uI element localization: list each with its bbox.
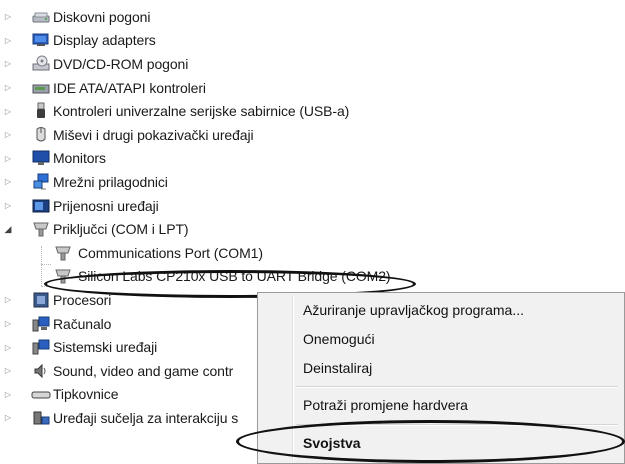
expand-arrow-icon[interactable]: ▷ xyxy=(3,83,13,93)
context-menu: Ažuriranje upravljačkog programa... Onem… xyxy=(257,292,625,464)
tree-connector-line xyxy=(41,264,51,265)
dvd-drive-icon xyxy=(31,55,51,73)
expand-arrow-icon[interactable]: ▷ xyxy=(3,295,13,305)
tree-item-silicon-labs-bridge[interactable]: Silicon Labs CP210x USB to UART Bridge (… xyxy=(0,265,625,289)
expand-arrow-icon[interactable]: ▷ xyxy=(3,59,13,69)
tree-item-label: Silicon Labs CP210x USB to UART Bridge (… xyxy=(78,268,391,285)
tree-item-label: Prijenosni uređaji xyxy=(53,197,159,214)
computer-icon xyxy=(31,315,51,333)
portable-device-icon xyxy=(31,197,51,215)
tree-item-label: Miševi i drugi pokazivački uređaji xyxy=(53,126,254,143)
tree-item-monitors[interactable]: ▷ Monitors xyxy=(0,147,625,171)
expand-arrow-icon[interactable]: ▷ xyxy=(3,366,13,376)
menu-separator xyxy=(296,386,618,388)
tree-item-label: Display adapters xyxy=(53,32,156,49)
collapse-arrow-icon[interactable]: ◢ xyxy=(3,224,13,234)
display-adapter-icon xyxy=(31,31,51,49)
menu-item-update-driver[interactable]: Ažuriranje upravljačkog programa... xyxy=(303,302,524,318)
tree-item-portable-devices[interactable]: ▷ Prijenosni uređaji xyxy=(0,194,625,218)
tree-item-mice[interactable]: ▷ Miševi i drugi pokazivački uređaji xyxy=(0,123,625,147)
tree-item-network-adapters[interactable]: ▷ Mrežni prilagodnici xyxy=(0,170,625,194)
tree-item-label: Sistemski uređaji xyxy=(53,339,158,356)
tree-item-label: Priključci (COM i LPT) xyxy=(53,221,189,238)
tree-item-label: Diskovni pogoni xyxy=(53,8,151,25)
keyboard-icon xyxy=(31,385,51,403)
menu-item-disable[interactable]: Onemogući xyxy=(303,331,375,347)
ide-controller-icon xyxy=(31,79,51,97)
tree-item-disk-drives[interactable]: ▷ Diskovni pogoni xyxy=(0,5,625,29)
expand-arrow-icon[interactable]: ▷ xyxy=(3,177,13,187)
tree-item-label: Računalo xyxy=(53,315,112,332)
disk-drive-icon xyxy=(31,8,51,26)
tree-item-label: Monitors xyxy=(53,150,106,167)
tree-item-label: Procesori xyxy=(53,291,112,308)
tree-item-ide-controllers[interactable]: ▷ IDE ATA/ATAPI kontroleri xyxy=(0,76,625,100)
expand-arrow-icon[interactable]: ▷ xyxy=(3,342,13,352)
menu-item-scan-hardware[interactable]: Potraži promjene hardvera xyxy=(303,397,468,413)
tree-item-usb-controllers[interactable]: ▷ Kontroleri univerzalne serijske sabirn… xyxy=(0,99,625,123)
expand-arrow-icon[interactable]: ▷ xyxy=(3,319,13,329)
hid-icon xyxy=(31,409,51,427)
mouse-icon xyxy=(31,126,51,144)
expand-arrow-icon[interactable]: ▷ xyxy=(3,389,13,399)
port-icon xyxy=(53,267,73,285)
expand-arrow-icon[interactable]: ▷ xyxy=(3,106,13,116)
processor-icon xyxy=(31,291,51,309)
expand-arrow-icon[interactable]: ▷ xyxy=(3,130,13,140)
menu-separator xyxy=(296,424,618,426)
tree-item-label: Communications Port (COM1) xyxy=(78,244,263,261)
tree-item-label: DVD/CD-ROM pogoni xyxy=(53,55,189,72)
system-device-icon xyxy=(31,338,51,356)
port-icon xyxy=(53,244,73,262)
tree-item-com1[interactable]: Communications Port (COM1) xyxy=(0,241,625,265)
tree-connector-line xyxy=(41,286,51,287)
menu-gutter xyxy=(292,295,294,461)
network-adapter-icon xyxy=(31,173,51,191)
tree-item-label: Tipkovnice xyxy=(53,386,119,403)
tree-item-label: IDE ATA/ATAPI kontroleri xyxy=(53,79,206,96)
tree-item-dvd-drives[interactable]: ▷ DVD/CD-ROM pogoni xyxy=(0,52,625,76)
expand-arrow-icon[interactable]: ▷ xyxy=(3,35,13,45)
expand-arrow-icon[interactable]: ▷ xyxy=(3,153,13,163)
port-icon xyxy=(31,220,51,238)
tree-item-label: Kontroleri univerzalne serijske sabirnic… xyxy=(53,103,350,120)
device-manager-screenshot: ▷ Diskovni pogoni ▷ Display adapters ▷ D… xyxy=(0,0,625,464)
menu-item-uninstall[interactable]: Deinstaliraj xyxy=(303,360,372,376)
tree-item-ports[interactable]: ◢ Priključci (COM i LPT) xyxy=(0,217,625,241)
tree-item-display-adapters[interactable]: ▷ Display adapters xyxy=(0,29,625,53)
usb-controller-icon xyxy=(31,102,51,120)
sound-icon xyxy=(31,362,51,380)
tree-connector-line xyxy=(41,246,42,286)
expand-arrow-icon[interactable]: ▷ xyxy=(3,12,13,22)
tree-item-label: Sound, video and game contr xyxy=(53,362,234,379)
expand-arrow-icon[interactable]: ▷ xyxy=(3,413,13,423)
tree-item-label: Mrežni prilagodnici xyxy=(53,173,168,190)
menu-item-properties[interactable]: Svojstva xyxy=(303,435,361,451)
tree-item-label: Uređaji sučelja za interakciju s xyxy=(53,409,239,426)
expand-arrow-icon[interactable]: ▷ xyxy=(3,201,13,211)
monitor-icon xyxy=(31,149,51,167)
